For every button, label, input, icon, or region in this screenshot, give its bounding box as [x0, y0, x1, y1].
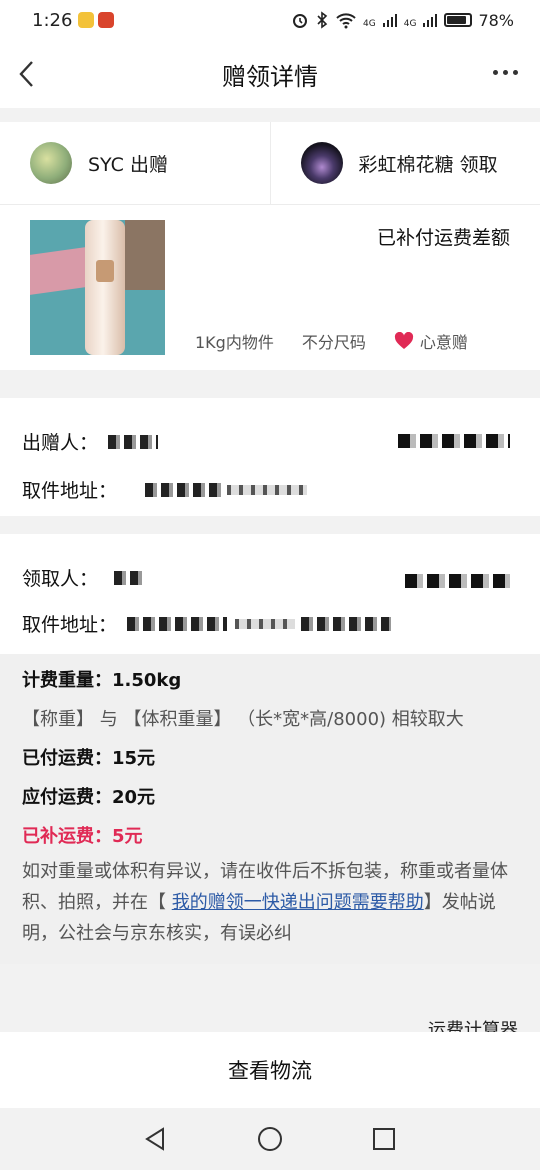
- topup-fee-line: 已补运费：5元: [22, 822, 143, 848]
- network-type-2: 4G: [403, 18, 417, 29]
- calculator-area: 运费计算器: [0, 964, 540, 1032]
- due-fee-label: 应付运费：: [22, 787, 112, 808]
- bluetooth-icon: [317, 11, 328, 29]
- receiver-name-line: 彩虹棉花糖 领取: [359, 150, 498, 177]
- redacted-address: [145, 482, 226, 497]
- back-arrow-icon[interactable]: [12, 56, 48, 92]
- redacted-address: [301, 616, 392, 631]
- nav-back-icon[interactable]: [143, 1126, 169, 1152]
- status-right: 4G 4G 78%: [291, 11, 514, 30]
- receiver-avatar: [300, 142, 343, 184]
- paid-fee-value: 15元: [112, 748, 156, 769]
- network-type-1: 4G: [363, 18, 376, 29]
- page-title: 赠领详情: [222, 62, 318, 91]
- sender-section: 出赠人： 取件地址：: [0, 398, 540, 516]
- battery-level: [447, 16, 467, 24]
- weight-rule: 【称重】 与 【体积重量】 （长*宽*高/8000) 相较取大: [22, 709, 464, 730]
- wifi-icon: [336, 13, 356, 29]
- receiver-section: 领取人： 取件地址：: [0, 534, 540, 654]
- item-tags: 1Kg内物件 不分尺码 心意赠: [195, 329, 468, 353]
- signal-icon: [382, 14, 397, 27]
- sender-address-label: 取件地址：: [22, 480, 118, 502]
- redacted-address: [227, 484, 308, 495]
- topup-fee-label: 已补运费：: [22, 826, 112, 847]
- billing-weight-line: 计费重量：1.50kg: [22, 666, 181, 692]
- giver-name: SYC: [88, 153, 124, 176]
- receiver-address-row: 取件地址：: [22, 610, 392, 637]
- item-photo[interactable]: [30, 220, 165, 355]
- parties-bar: SYC 出赠 彩虹棉花糖 领取: [0, 122, 540, 204]
- more-options-icon[interactable]: [493, 70, 518, 75]
- redacted-name: [108, 434, 159, 449]
- giver-name-line: SYC 出赠: [88, 150, 168, 177]
- item-status: 已补付运费差额: [376, 227, 510, 249]
- redacted-address: [127, 616, 228, 631]
- giver-party[interactable]: SYC 出赠: [0, 122, 270, 204]
- redacted-name: [114, 570, 145, 585]
- billing-weight-label: 计费重量：: [22, 670, 112, 691]
- signal-icon: [423, 14, 438, 27]
- receiver-address-label: 取件地址：: [22, 614, 118, 636]
- receiver-party[interactable]: 彩虹棉花糖 领取: [269, 122, 540, 204]
- topup-fee-value: 5元: [112, 826, 143, 847]
- receiver-name: 彩虹棉花糖: [358, 153, 454, 176]
- battery-icon: [444, 13, 473, 27]
- sender-address-row: 取件地址：: [22, 476, 308, 503]
- giver-avatar: [30, 142, 72, 184]
- paid-fee-line: 已付运费：15元: [22, 744, 155, 770]
- dispute-note: 如对重量或体积有异议，请在收件后不拆包装，称重或者量体积、拍照，并在【 我的赠领…: [22, 856, 522, 949]
- paid-fee-label: 已付运费：: [22, 748, 112, 769]
- giver-action: 出赠: [129, 153, 168, 176]
- status-time: 1:26: [32, 9, 73, 31]
- nav-recents-icon[interactable]: [371, 1126, 397, 1152]
- billing-weight-value: 1.50kg: [112, 670, 182, 691]
- system-nav-bar: [0, 1108, 540, 1170]
- item-card: 已补付运费差额 1Kg内物件 不分尺码 心意赠: [0, 204, 540, 370]
- receiver-person-row: 领取人：: [22, 564, 145, 591]
- redacted-phone: [405, 574, 510, 588]
- app-notification-icon: [78, 12, 95, 28]
- heart-icon: [394, 332, 413, 349]
- battery-percent: 78%: [478, 10, 514, 30]
- nav-bar: 赠领详情: [0, 40, 540, 108]
- fee-details: 计费重量：1.50kg 【称重】 与 【体积重量】 （长*宽*高/8000) 相…: [0, 654, 540, 964]
- receiver-person-label: 领取人：: [22, 568, 99, 590]
- gift-tag: 心意赠: [394, 329, 468, 353]
- status-bar: 1:26 4G 4G 78%: [0, 0, 540, 40]
- size-tag: 不分尺码: [301, 333, 366, 352]
- app-notification-icon: [98, 12, 115, 28]
- help-post-link[interactable]: 我的赠领一快递出问题需要帮助: [172, 892, 424, 913]
- due-fee-value: 20元: [112, 787, 156, 808]
- shipping-calculator-link[interactable]: 运费计算器: [428, 1016, 518, 1032]
- sender-person-label: 出赠人：: [22, 432, 99, 454]
- receiver-action: 领取: [459, 153, 498, 176]
- view-logistics-label: 查看物流: [228, 1059, 312, 1083]
- redacted-phone: [398, 434, 510, 448]
- notification-icons: [78, 12, 115, 28]
- gift-label: 心意赠: [419, 333, 468, 352]
- weight-tag: 1Kg内物件: [195, 333, 274, 352]
- due-fee-line: 应付运费：20元: [22, 783, 155, 809]
- alarm-icon: [293, 14, 308, 28]
- view-logistics-button[interactable]: 查看物流: [0, 1032, 540, 1108]
- nav-home-icon[interactable]: [257, 1126, 283, 1152]
- redacted-address: [235, 618, 296, 629]
- sender-person-row: 出赠人：: [22, 428, 159, 455]
